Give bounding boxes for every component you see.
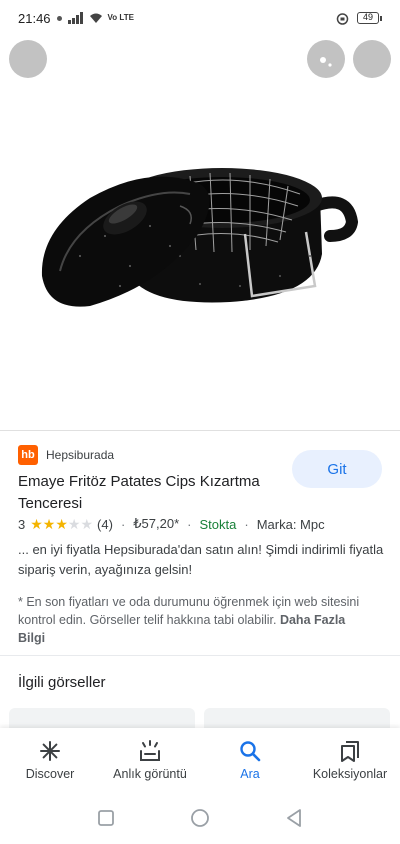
wifi-icon bbox=[89, 13, 102, 23]
bottom-nav: Discover Anlık görüntü Ara Koleksiyonlar bbox=[0, 728, 400, 792]
asterisk-icon bbox=[38, 739, 62, 763]
volte-indicator: Vo LTE bbox=[107, 13, 134, 22]
notification-dot-icon bbox=[56, 15, 62, 21]
brand: Marka: Mpc bbox=[256, 516, 325, 532]
source-name: Hepsiburada bbox=[46, 448, 115, 462]
source-logo: hb bbox=[18, 445, 38, 465]
battery-icon: 49 bbox=[357, 12, 382, 24]
nav-discover[interactable]: Discover bbox=[0, 728, 100, 792]
back-triangle-icon[interactable] bbox=[285, 808, 303, 828]
visit-button[interactable]: Git bbox=[292, 450, 382, 488]
nav-collections[interactable]: Koleksiyonlar bbox=[300, 728, 400, 792]
review-count: (4) bbox=[97, 516, 113, 532]
star-icon: ★ bbox=[67, 516, 81, 532]
back-button[interactable] bbox=[9, 40, 47, 78]
price-note: * En son fiyatları ve oda durumunu öğren… bbox=[18, 593, 363, 647]
product-title[interactable]: Emaye Fritöz Patates Cips Kızartma Tence… bbox=[18, 471, 288, 515]
star-icon: ★ bbox=[55, 516, 68, 532]
status-right: 49 bbox=[336, 12, 382, 25]
search-icon bbox=[238, 739, 262, 763]
price: ₺57,20* bbox=[133, 516, 180, 531]
status-bar: 21:46 Vo LTE 49 bbox=[0, 0, 400, 36]
product-description: ... en iyi fiyatla Hepsiburada'dan satın… bbox=[18, 542, 384, 577]
separator: · bbox=[120, 516, 126, 532]
lens-button[interactable] bbox=[307, 40, 345, 78]
system-nav-bar bbox=[0, 792, 400, 844]
status-left: 21:46 Vo LTE bbox=[18, 11, 134, 26]
star-icon: ★ bbox=[80, 516, 94, 532]
snapshot-icon bbox=[138, 739, 162, 763]
star-icon: ★ bbox=[30, 516, 43, 532]
status-time: 21:46 bbox=[18, 10, 51, 26]
collections-icon bbox=[338, 739, 362, 763]
star-icon: ★ bbox=[42, 516, 56, 532]
more-options-button[interactable] bbox=[353, 40, 391, 78]
source-row[interactable]: hb Hepsiburada bbox=[18, 445, 114, 465]
signal-icon bbox=[67, 12, 83, 24]
related-images-title: İlgili görseller bbox=[18, 674, 106, 691]
battery-level: 49 bbox=[357, 12, 379, 24]
stock-status: Stokta bbox=[199, 516, 237, 532]
product-image-area[interactable] bbox=[0, 36, 400, 428]
separator: · bbox=[244, 516, 249, 532]
lens-dots-icon bbox=[320, 57, 332, 67]
alarm-icon bbox=[336, 12, 349, 25]
divider bbox=[0, 430, 400, 431]
product-image bbox=[41, 168, 359, 307]
recents-icon[interactable] bbox=[97, 809, 115, 827]
nav-label: Ara bbox=[240, 767, 260, 781]
rating-stars: ★ ★ ★ ★ ★ bbox=[30, 517, 93, 531]
nav-label: Anlık görüntü bbox=[113, 767, 187, 781]
nav-label: Discover bbox=[25, 767, 75, 781]
nav-snapshot[interactable]: Anlık görüntü bbox=[100, 728, 200, 792]
nav-label: Koleksiyonlar bbox=[312, 767, 388, 781]
home-icon[interactable] bbox=[190, 808, 210, 828]
product-meta: 3 ★ ★ ★ ★ ★ (4) · ₺57,20* · Stokta · Mar… bbox=[18, 516, 325, 532]
divider bbox=[0, 655, 400, 656]
nav-search[interactable]: Ara bbox=[200, 728, 300, 792]
separator: · bbox=[187, 516, 192, 532]
rating-value: 3 bbox=[18, 516, 26, 532]
